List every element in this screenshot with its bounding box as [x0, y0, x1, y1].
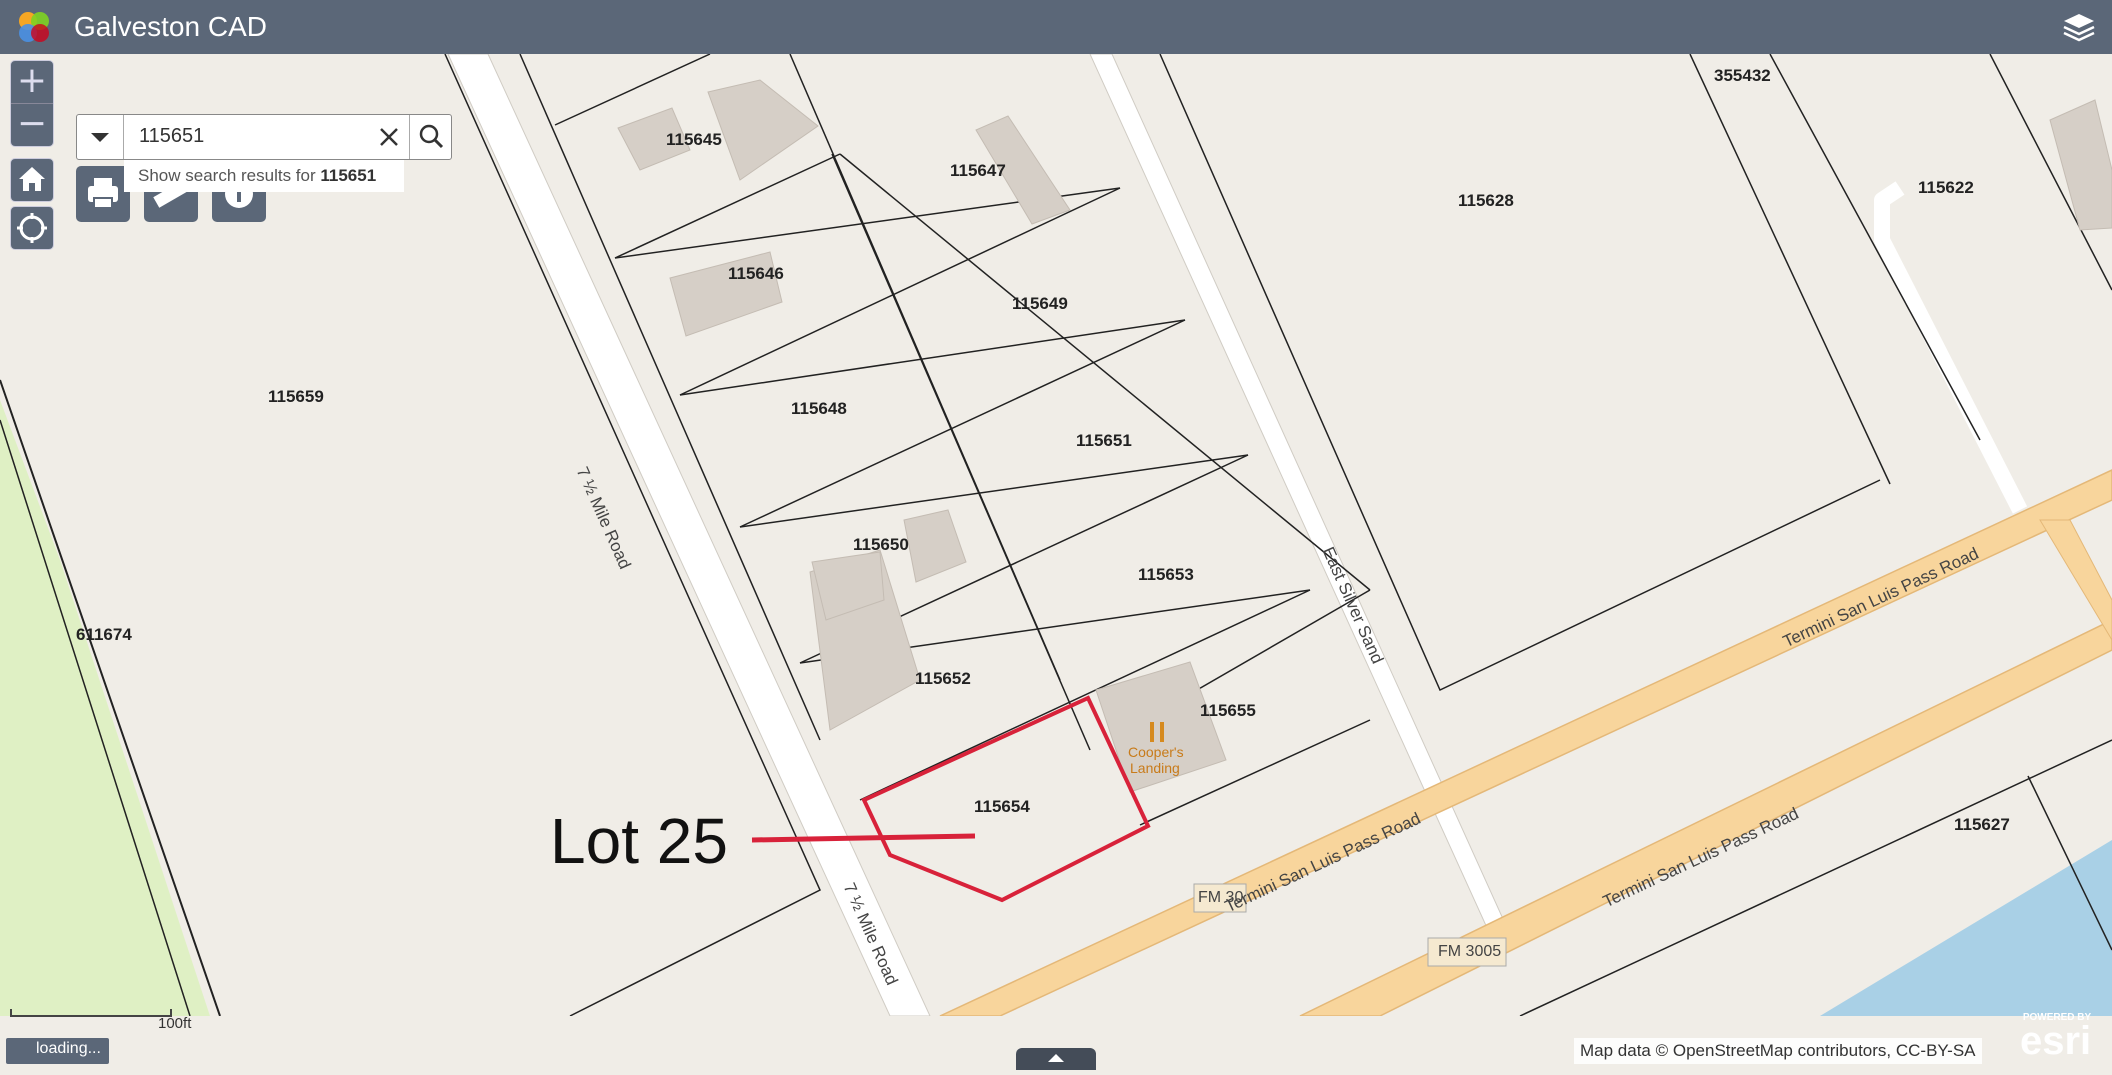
- parcel-label: 115628: [1458, 191, 1514, 210]
- parcel-label: 115648: [791, 399, 847, 418]
- app-header: Galveston CAD: [0, 0, 2112, 54]
- lot-annotation: Lot 25: [550, 805, 728, 877]
- parcel-label: 115647: [950, 161, 1006, 180]
- parcel-label: 115659: [268, 387, 324, 406]
- layers-icon[interactable]: [2060, 8, 2098, 46]
- zoom-control: + −: [10, 60, 54, 147]
- print-button[interactable]: [76, 166, 130, 222]
- home-button[interactable]: [10, 158, 54, 202]
- suggestion-prefix: Show search results for: [138, 166, 316, 185]
- close-icon: [380, 128, 398, 146]
- parcel-label: 115645: [666, 130, 722, 149]
- search-suggestion[interactable]: Show search results for 115651: [124, 160, 404, 192]
- parcel-label: 355432: [1714, 66, 1771, 85]
- map-attribution: Map data © OpenStreetMap contributors, C…: [1574, 1038, 1982, 1064]
- search-button[interactable]: [409, 115, 452, 159]
- loading-indicator: loading...: [6, 1038, 109, 1064]
- loading-text: loading...: [36, 1040, 101, 1057]
- road-label: East Silver Sand: [1318, 544, 1388, 667]
- search-box: [76, 114, 452, 160]
- parcel-label: 115649: [1012, 294, 1068, 313]
- clear-search-button[interactable]: [373, 121, 405, 153]
- parcel-label: 115650: [853, 535, 909, 554]
- parcel-label: 115627: [1954, 815, 2010, 834]
- route-shield-label: FM 30: [1198, 889, 1244, 906]
- panel-expand-handle[interactable]: [1016, 1048, 1096, 1070]
- parcel-label: 115652: [915, 669, 971, 688]
- esri-logo: POWERED BY esri: [2020, 1012, 2092, 1063]
- road-label: 7 ½ Mile Road: [572, 464, 635, 572]
- app-title: Galveston CAD: [74, 11, 267, 42]
- parcel-label: 115655: [1200, 701, 1256, 720]
- locate-button[interactable]: [10, 206, 54, 250]
- search-input[interactable]: [139, 125, 339, 148]
- suggestion-term: 115651: [320, 166, 377, 185]
- search-icon: [419, 124, 444, 149]
- poi-label: Landing: [1130, 760, 1180, 776]
- esri-wordmark: esri: [2020, 1019, 2092, 1063]
- route-shield-label: FM 3005: [1438, 943, 1502, 960]
- chevron-up-icon: [1048, 1054, 1064, 1062]
- parcel-label: 611674: [76, 625, 132, 644]
- road-label: Termini San Luis Pass Road: [1780, 543, 1982, 652]
- scale-label: 100ft: [158, 1015, 192, 1032]
- attribution-text: Map data © OpenStreetMap contributors, C…: [1580, 1041, 1976, 1060]
- chevron-down-icon: [91, 133, 109, 142]
- parcel-label: 115653: [1138, 565, 1194, 584]
- cube-logo-icon: [14, 7, 54, 47]
- map-view[interactable]: 115645 115646 115647 115648 115649 11565…: [0, 54, 2112, 1070]
- road-label: 7 ½ Mile Road: [839, 880, 902, 988]
- print-icon: [88, 178, 118, 209]
- poi-label: Cooper's: [1128, 744, 1184, 760]
- parcel-label: 115651: [1076, 431, 1132, 450]
- parcel-label: 115622: [1918, 178, 1974, 197]
- zoom-in-button[interactable]: +: [11, 61, 53, 103]
- parcel-label: 115654: [974, 797, 1030, 816]
- parcel-label: 115646: [728, 264, 784, 283]
- home-icon: [19, 167, 45, 191]
- zoom-out-button[interactable]: −: [11, 103, 53, 146]
- esri-powered-label: POWERED BY: [2022, 1012, 2092, 1023]
- search-source-dropdown[interactable]: [77, 115, 124, 159]
- locate-icon: [17, 213, 47, 243]
- road-label: Termini San Luis Pass Road: [1222, 808, 1424, 917]
- road-label: Termini San Luis Pass Road: [1600, 803, 1802, 912]
